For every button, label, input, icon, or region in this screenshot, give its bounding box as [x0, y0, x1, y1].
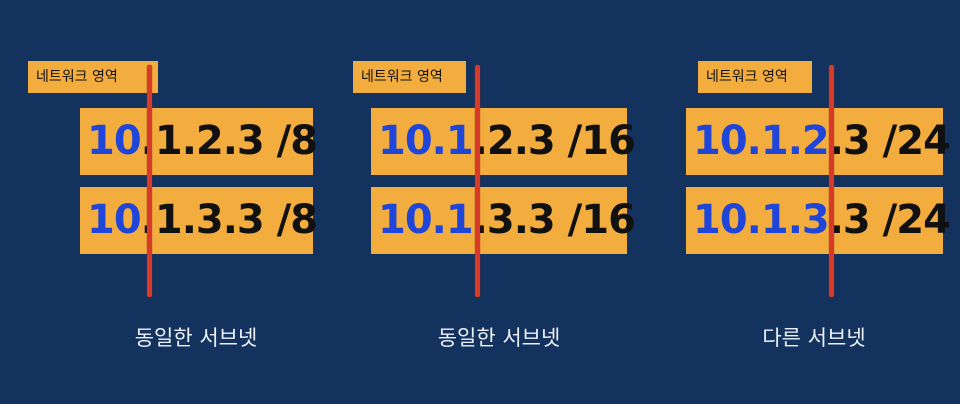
network-area-tag: 네트워크 영역 [698, 61, 812, 93]
network-area-tag: 네트워크 영역 [353, 61, 466, 93]
ip-address-box: 10.1.2.3 /16 [371, 108, 636, 175]
ip-address-box: 10.1.2.3 /24 [686, 108, 951, 175]
subnet-result-caption: 동일한 서브넷 [437, 326, 561, 350]
ip-network-part: 10.1.2 [693, 118, 830, 164]
ip-network-part: 10.1 [378, 118, 474, 164]
network-boundary-line [475, 65, 480, 297]
ip-host-part: .3.3 /16 [472, 197, 636, 243]
ip-network-part: 10.1 [378, 197, 474, 243]
ip-host-part: .3 /24 [828, 118, 951, 164]
ip-host-part: .2.3 /16 [472, 118, 636, 164]
ip-address-box: 10.1.3.3 /16 [371, 187, 636, 254]
ip-network-part: 10.1.3 [693, 197, 830, 243]
subnet-result-caption: 다른 서브넷 [762, 326, 866, 350]
ip-host-part: .3 /24 [828, 197, 951, 243]
ip-address-box: 10.1.3.3 /24 [686, 187, 951, 254]
subnet-panel-24: 네트워크 영역 10.1.2.3 /24 10.1.3.3 /24 다른 서브넷 [0, 0, 951, 404]
network-boundary-line [829, 65, 834, 297]
